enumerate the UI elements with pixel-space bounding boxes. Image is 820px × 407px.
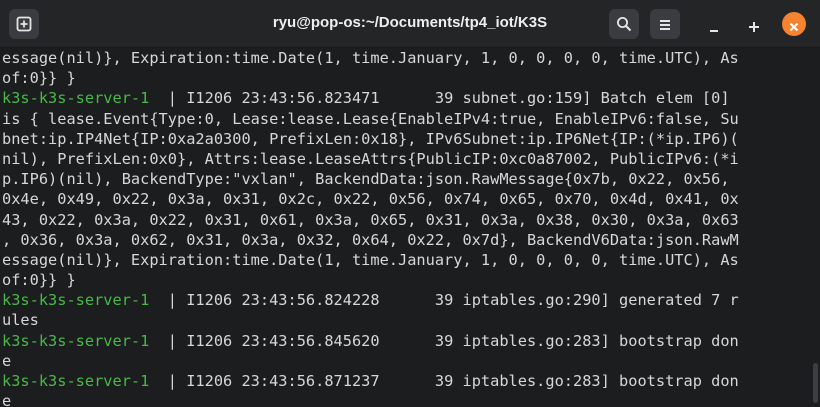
terminal-line: k3s-k3s-server-1 | I1206 23:43:56.845620… [2,331,814,351]
terminal-line: k3s-k3s-server-1 | I1206 23:43:56.871237… [2,371,814,391]
minimize-button[interactable] [702,12,726,36]
log-text: of:0}} } [2,271,76,290]
maximize-icon [748,18,760,32]
log-text: | I1206 23:43:56.824228 39 iptables.go:2… [149,291,739,310]
window-title: ryu@pop-os:~/Documents/tp4_iot/K3S [272,14,548,31]
terminal-line: essage(nil)}, Expiration:time.Date(1, ti… [2,250,814,270]
terminal-output[interactable]: essage(nil)}, Expiration:time.Date(1, ti… [0,48,814,407]
close-icon [788,18,800,32]
log-text: essage(nil)}, Expiration:time.Date(1, ti… [2,49,739,67]
close-button[interactable] [782,12,806,36]
terminal-line: e [2,391,814,407]
menu-button[interactable] [650,9,680,39]
container-name: k3s-k3s-server-1 [2,89,150,108]
container-name: k3s-k3s-server-1 [2,291,150,310]
hamburger-menu-icon [658,17,672,31]
log-text: ules [2,311,39,330]
log-text: , 0x36, 0x3a, 0x62, 0x31, 0x3a, 0x32, 0x… [2,230,739,249]
log-text: essage(nil)}, Expiration:time.Date(1, ti… [2,250,739,269]
terminal-line: bnet:ip.IP4Net{IP:0xa2a0300, PrefixLen:0… [2,129,814,149]
terminal-line: p.IP6)(nil), BackendType:"vxlan", Backen… [2,169,814,189]
log-text: 43, 0x22, 0x3a, 0x22, 0x31, 0x61, 0x3a, … [2,210,739,229]
log-text: 0x4e, 0x49, 0x22, 0x3a, 0x31, 0x2c, 0x22… [2,190,739,209]
log-text: e [2,392,12,407]
title-bar: ryu@pop-os:~/Documents/tp4_iot/K3S [0,0,820,48]
log-text: is { lease.Event{Type:0, Lease:lease.Lea… [2,109,739,128]
container-name: k3s-k3s-server-1 [2,372,150,390]
log-text: p.IP6)(nil), BackendType:"vxlan", Backen… [2,170,730,189]
terminal-line: nil), PrefixLen:0x0}, Attrs:lease.LeaseA… [2,149,814,169]
terminal-line: k3s-k3s-server-1 | I1206 23:43:56.823471… [2,88,814,108]
terminal-line: , 0x36, 0x3a, 0x62, 0x31, 0x3a, 0x32, 0x… [2,230,814,250]
log-text: | I1206 23:43:56.871237 39 iptables.go:2… [149,372,739,390]
search-button[interactable] [609,9,639,39]
terminal-line: 0x4e, 0x49, 0x22, 0x3a, 0x31, 0x2c, 0x22… [2,189,814,209]
log-text: e [2,351,12,370]
terminal-line: of:0}} } [2,68,814,88]
minimize-icon [708,18,720,32]
search-icon [616,16,632,32]
scrollbar[interactable] [813,48,818,407]
log-text: | I1206 23:43:56.845620 39 iptables.go:2… [149,331,739,350]
maximize-button[interactable] [742,12,766,36]
terminal-line: e [2,351,814,371]
terminal-line: 43, 0x22, 0x3a, 0x22, 0x31, 0x61, 0x3a, … [2,210,814,230]
terminal-line: of:0}} } [2,270,814,290]
terminal-line: k3s-k3s-server-1 | I1206 23:43:56.824228… [2,290,814,310]
container-name: k3s-k3s-server-1 [2,331,150,350]
terminal-line: ules [2,310,814,330]
terminal-line: essage(nil)}, Expiration:time.Date(1, ti… [2,48,814,68]
log-text: bnet:ip.IP4Net{IP:0xa2a0300, PrefixLen:0… [2,129,739,148]
log-text: nil), PrefixLen:0x0}, Attrs:lease.LeaseA… [2,149,739,168]
log-text: of:0}} } [2,69,76,88]
terminal-window: ryu@pop-os:~/Documents/tp4_iot/K3S essag… [0,0,820,407]
terminal-line: is { lease.Event{Type:0, Lease:lease.Lea… [2,109,814,129]
scroll-thumb[interactable] [813,363,818,403]
log-text: | I1206 23:43:56.823471 39 subnet.go:159… [149,89,730,108]
